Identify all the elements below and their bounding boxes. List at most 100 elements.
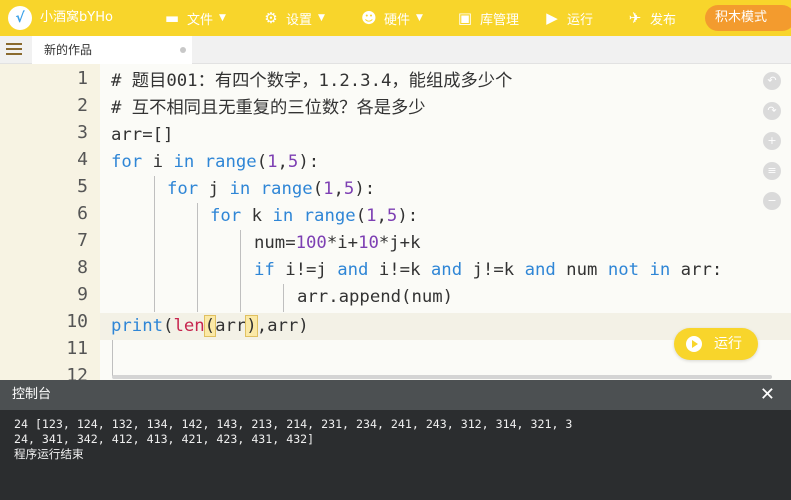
code-text: *i+ [326,233,359,253]
zoom-in-icon[interactable]: + [763,132,781,150]
code-line: # 互不相同且无重复的三位数？各是多少 [111,98,426,118]
code-text: j!=k [462,260,525,280]
code-text: arr: [670,260,723,280]
code-line: arr=[] [111,125,174,145]
code-text: *j+k [378,233,421,253]
code-text: ( [355,206,367,226]
indent-guide [283,284,284,312]
undo-icon[interactable]: ↶ [763,72,781,90]
hardware-icon: ☻ [361,9,377,27]
tab-new-work[interactable]: 新的作品 [32,36,192,64]
code-line: for j in range(1,5): [167,176,375,203]
keyword: and [524,260,556,280]
code-text: ,arr) [256,316,309,336]
indent-guide [112,340,113,376]
code-text: ): [397,206,419,226]
code-line: arr.append(num) [297,287,454,307]
redo-icon[interactable]: ↷ [763,102,781,120]
code-text: ( [163,316,174,336]
play-icon [686,336,702,352]
builtin: len [173,316,205,336]
number: 5 [343,179,355,199]
run-button[interactable]: 运行 [674,328,758,360]
number: 5 [287,152,299,172]
console-header: 控制台 ✕ [0,380,791,410]
keyword: if [254,260,275,280]
number: 1 [323,179,334,199]
code-text: j [198,179,230,199]
menu-hardware[interactable]: ☻ 硬件 ▼ [360,0,423,36]
keyword: and [430,260,463,280]
chevron-down-icon: ▼ [416,13,423,23]
indent-guide [154,176,155,312]
code-text: ): [298,152,320,172]
console-line: 程序运行结束 [14,447,84,461]
code-line: for i in range(1,5): [111,149,319,176]
builtin: print [111,316,164,336]
code-text: , [376,206,387,226]
zoom-out-icon[interactable]: − [763,192,781,210]
blocks-mode-button[interactable]: 积木模式 [705,5,791,31]
line-number-gutter: 1 2 3 4 5 6 7 8 9 10 11 12 [0,64,100,380]
code-line: for k in range(1,5): [210,203,418,230]
code-line: # 题目001：有四个数字，1.2.3.4，能组成多少个 [111,71,513,91]
keyword: in [229,179,251,199]
publish-icon: ✈ [628,9,642,27]
code-text: i!=j [274,260,338,280]
keyword: in [649,260,671,280]
line-number: 11 [66,338,88,359]
list-icon[interactable]: ≡ [763,162,781,180]
code-text: k [241,206,273,226]
console-title: 控制台 [12,387,52,402]
menu-run-label: 运行 [567,12,594,28]
menu-library-label: 库管理 [480,12,520,28]
menu-publish[interactable]: ✈ 发布 [626,0,676,36]
code-text: arr [215,316,247,336]
menu-file[interactable]: ▬ 文件 ▼ [163,0,226,36]
code-text: , [277,152,288,172]
run-button-label: 运行 [714,336,742,352]
code-text: ): [354,179,376,199]
line-number: 2 [77,95,88,116]
indent-guide [197,203,198,312]
line-number: 3 [77,122,88,143]
menu-run[interactable]: ▶ 运行 [543,0,593,36]
menu-settings[interactable]: ⚙ 设置 ▼ [262,0,325,36]
close-icon[interactable]: ✕ [760,380,775,410]
number: 1 [366,206,377,226]
line-number: 12 [66,365,88,380]
console-output: 24 [123, 124, 132, 134, 142, 143, 213, 2… [0,410,791,500]
line-number: 10 [66,311,88,332]
line-number: 6 [77,203,88,224]
keyword: and [337,260,369,280]
top-toolbar: √ 小酒窝bYHo ▬ 文件 ▼ ⚙ 设置 ▼ ☻ 硬件 ▼ ▣ 库管理 ▶ 运… [0,0,791,36]
menu-icon[interactable] [6,43,22,57]
editor-side-tools: ↶ ↷ + ≡ − [763,72,783,222]
keyword: for [111,152,143,172]
number: 5 [386,206,398,226]
tab-bar: 新的作品 [0,36,791,64]
chevron-down-icon: ▼ [219,13,226,23]
code-editor[interactable]: 1 2 3 4 5 6 7 8 9 10 11 12 # 题目001：有四个数字… [0,64,791,380]
number: 1 [267,152,278,172]
horizontal-scrollbar[interactable] [112,375,772,379]
keyword: in [173,152,195,172]
builtin: range [303,206,356,226]
app-logo: √ [8,6,32,30]
menu-hardware-label: 硬件 [384,12,411,28]
line-number: 9 [77,284,88,305]
code-text: i!=k [368,260,431,280]
console-line: 24 [123, 124, 132, 134, 142, 143, 213, 2… [14,417,573,431]
line-number: 5 [77,176,88,197]
menu-library[interactable]: ▣ 库管理 [456,0,519,36]
code-text: i [142,152,174,172]
user-name[interactable]: 小酒窝bYHo [40,0,113,36]
code-line: if i!=j and i!=k and j!=k and num not in… [254,257,722,284]
chevron-down-icon: ▼ [318,13,325,23]
keyword: in [272,206,294,226]
unsaved-dot-icon[interactable] [180,47,186,53]
